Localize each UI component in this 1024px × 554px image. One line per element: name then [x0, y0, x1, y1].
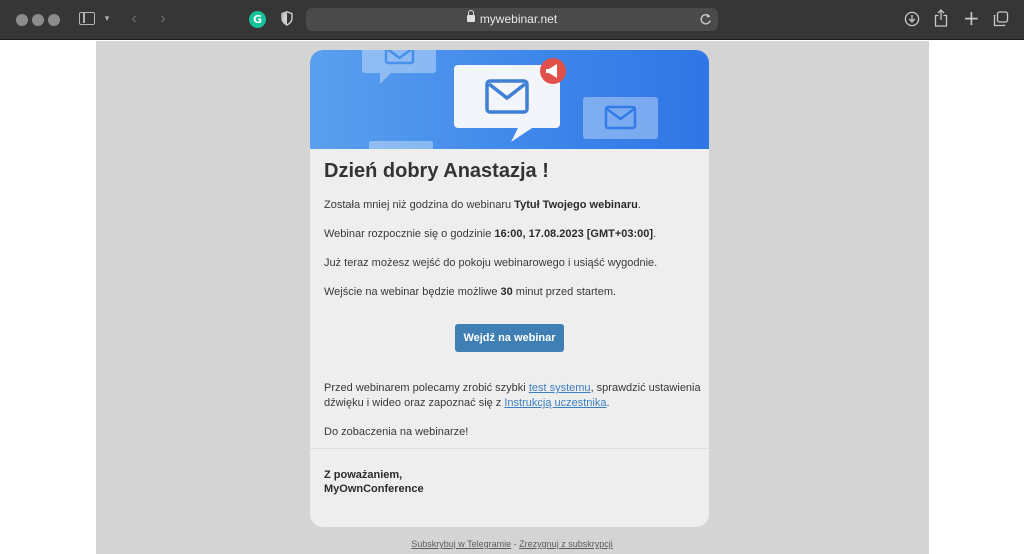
download-icon[interactable] [904, 11, 920, 32]
paragraph-start-time: Webinar rozpocznie się o godzinie 16:00,… [324, 228, 657, 240]
lock-icon [466, 10, 475, 22]
paragraph-recommendations: Przed webinarem polecamy zrobić szybki t… [324, 382, 701, 409]
back-icon[interactable]: ‹ [127, 9, 141, 29]
signature-sender: MyOwnConference [324, 483, 424, 495]
paragraph-entry-window: Wejście na webinar będzie możliwe 30 min… [324, 286, 617, 298]
close-window-icon[interactable] [16, 14, 28, 26]
unsubscribe-link[interactable]: Zrezygnuj z subskrypcji [519, 539, 613, 549]
join-webinar-button[interactable]: Wejdź na webinar [455, 324, 564, 352]
sidebar-icon[interactable] [79, 12, 95, 25]
paragraph-time-left: Została mniej niż godzina do webinaru Ty… [324, 199, 641, 211]
share-icon[interactable] [934, 9, 948, 32]
signature-closing: Z poważaniem, [324, 469, 403, 481]
shield-icon[interactable] [281, 11, 293, 31]
telegram-subscribe-link[interactable]: Subskrybuj w Telegramie [411, 539, 511, 549]
paragraph-join-now: Już teraz możesz wejść do pokoju webinar… [324, 257, 658, 269]
tabs-overview-icon[interactable] [993, 11, 1009, 32]
participant-guide-link[interactable]: Instrukcją uczestnika [504, 397, 606, 409]
paragraph-see-you: Do zobaczenia na webinarze! [324, 426, 469, 438]
megaphone-icon [540, 58, 566, 84]
reload-icon[interactable] [699, 12, 712, 31]
email-content: Dzień dobry Anastazja ! Została mniej ni… [324, 158, 696, 314]
address-bar[interactable]: mywebinar.net [306, 8, 718, 31]
new-tab-icon[interactable]: + [963, 8, 980, 28]
greeting-heading: Dzień dobry Anastazja ! [324, 160, 549, 182]
system-test-link[interactable]: test systemu [529, 382, 591, 394]
signature-divider [310, 448, 709, 449]
email-card: Dzień dobry Anastazja ! Została mniej ni… [310, 50, 709, 527]
email-content-lower: Przed webinarem polecamy zrobić szybki t… [324, 381, 704, 454]
url-text: mywebinar.net [479, 12, 558, 26]
envelope-bubble-icon [362, 50, 436, 84]
zoom-window-icon[interactable] [48, 14, 60, 26]
envelope-bubble-icon [583, 97, 658, 139]
browser-toolbar: ▾ ‹ › G mywebinar.net + [0, 0, 1024, 40]
email-footer: Subskrybuj w Telegramie - Zrezygnuj z su… [411, 539, 613, 549]
forward-icon[interactable]: › [156, 9, 170, 29]
minimize-window-icon[interactable] [32, 14, 44, 26]
email-banner [310, 50, 709, 149]
signature: Z poważaniem, MyOwnConference [324, 468, 424, 496]
grammarly-icon[interactable]: G [249, 11, 266, 28]
page-viewport: Dzień dobry Anastazja ! Została mniej ni… [0, 41, 1024, 554]
chevron-down-icon[interactable]: ▾ [101, 9, 113, 29]
